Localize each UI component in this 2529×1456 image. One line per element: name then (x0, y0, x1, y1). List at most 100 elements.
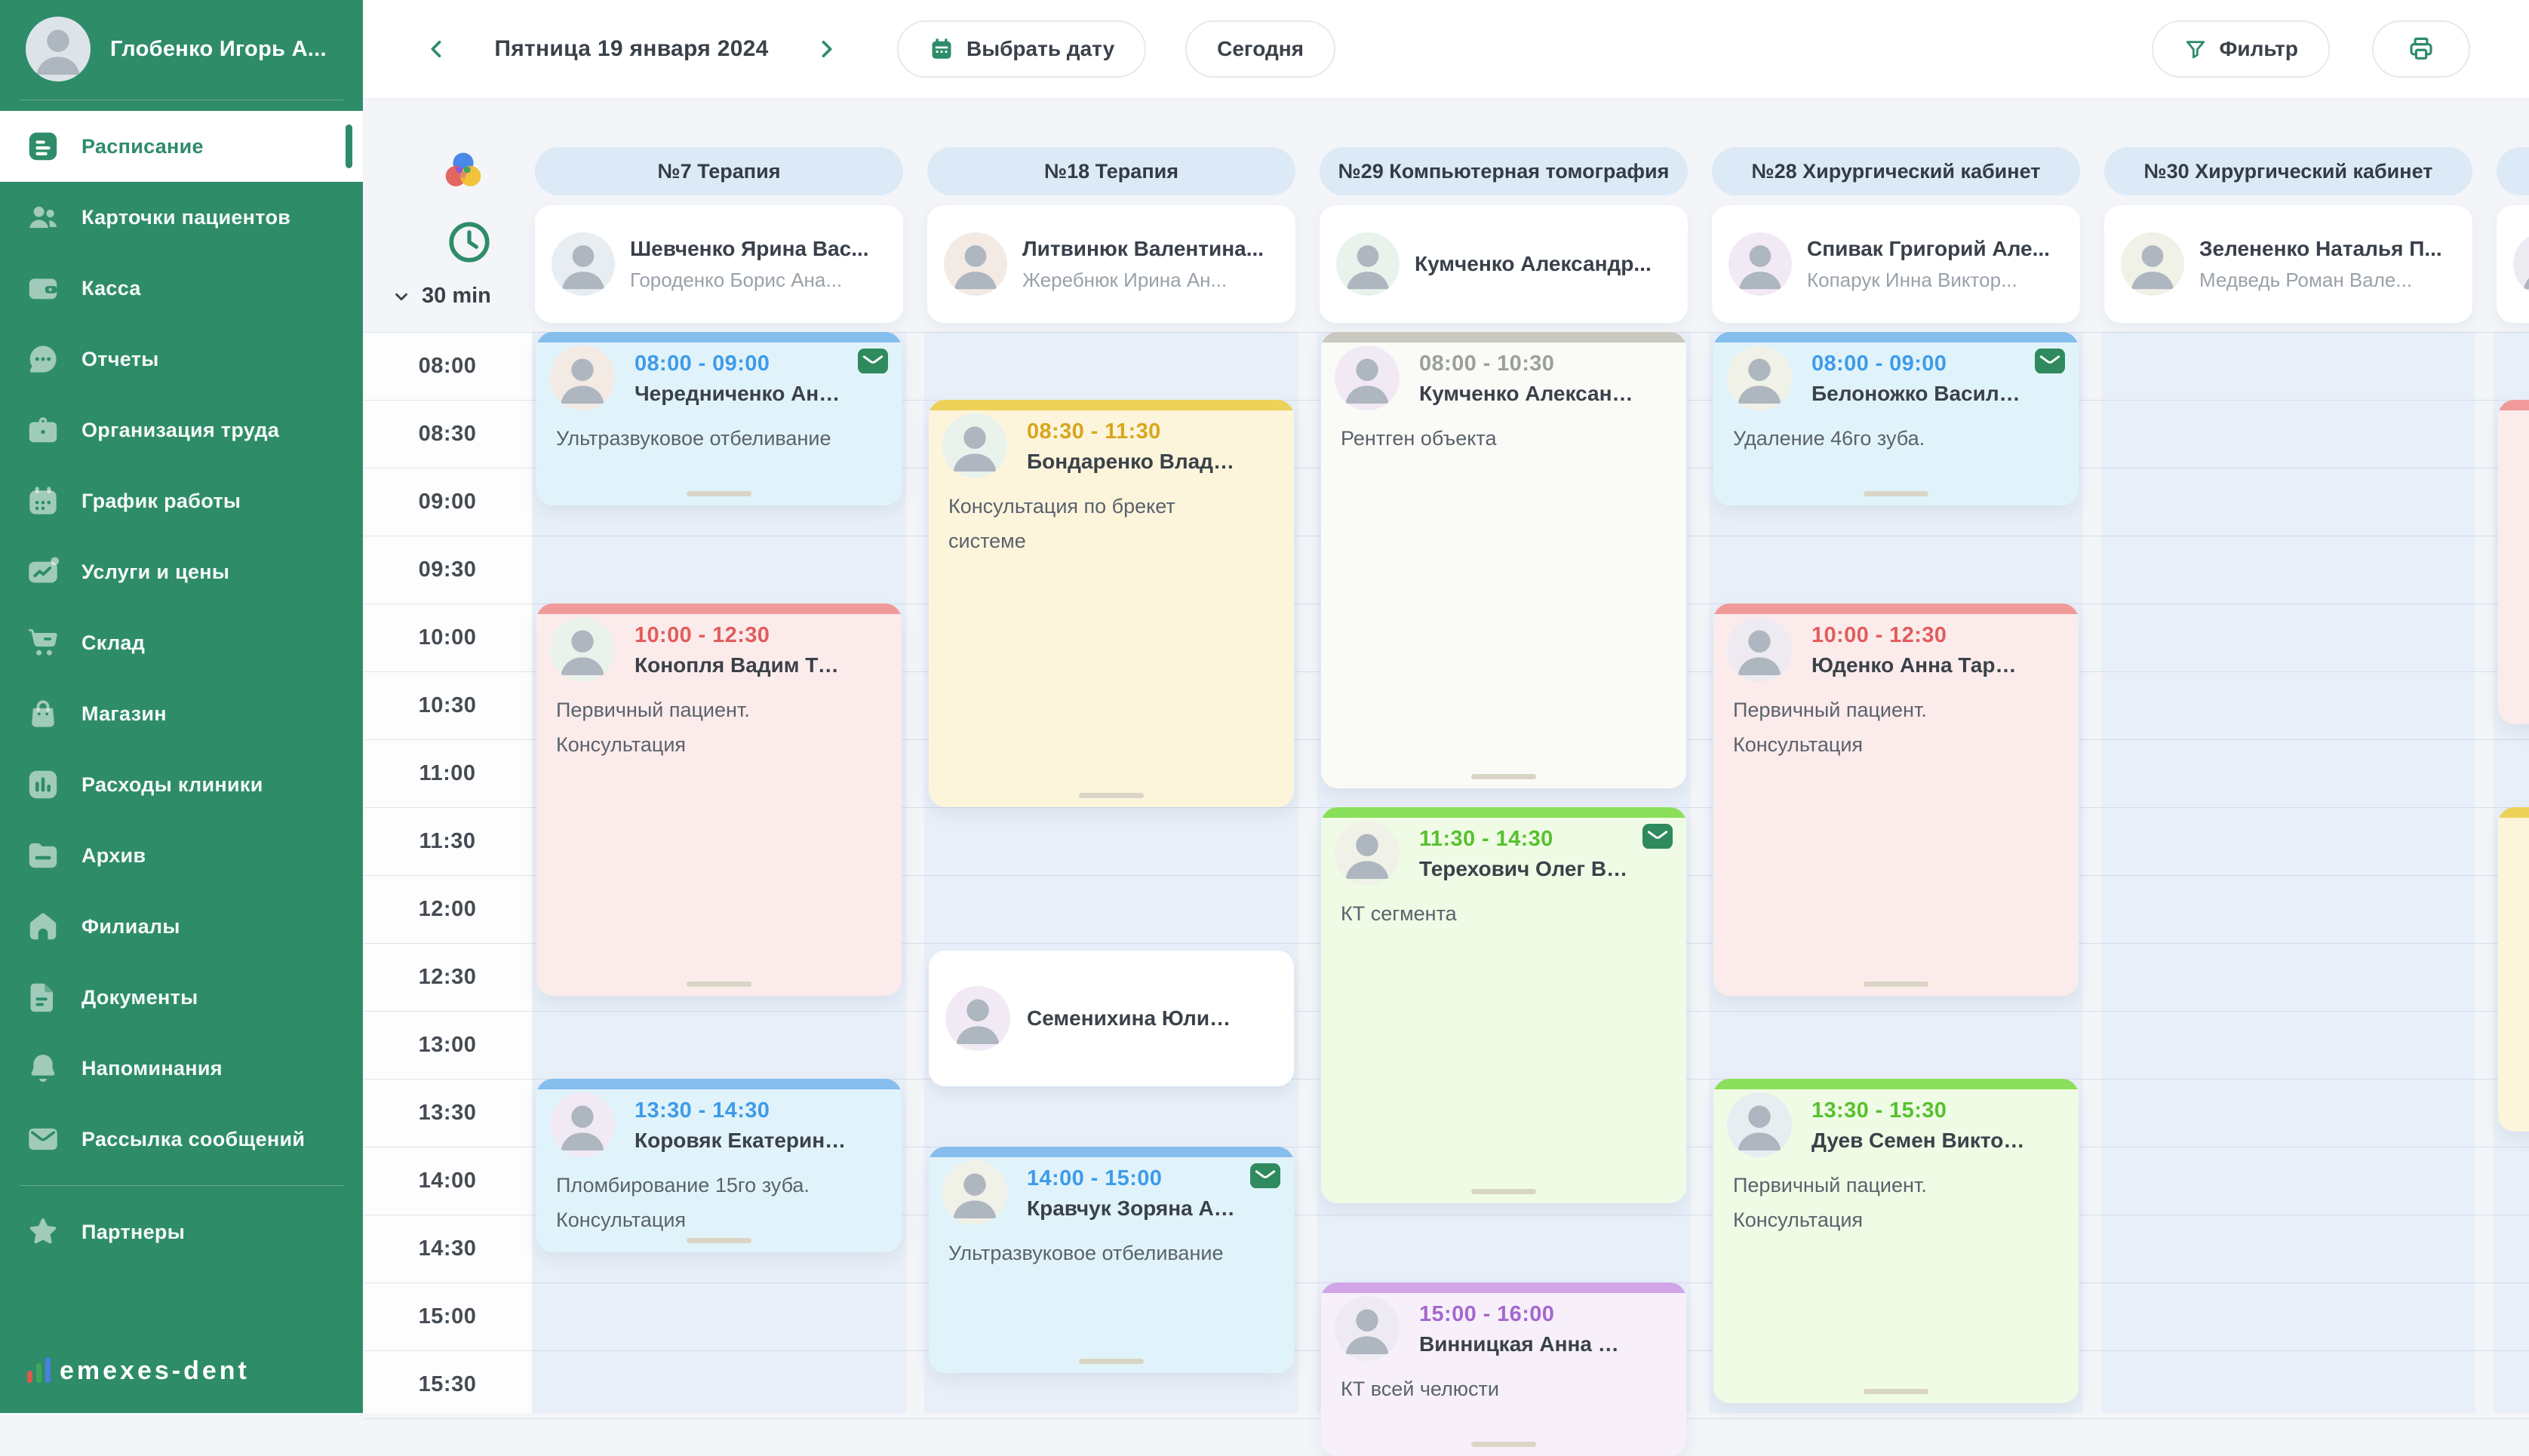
doctor-avatar (1336, 232, 1400, 296)
sidebar-item-cart[interactable]: Склад (0, 607, 363, 678)
sidebar-item-patients[interactable]: Карточки пациентов (0, 182, 363, 253)
room-header-pill[interactable]: №29 Компьютерная томография (1320, 147, 1688, 195)
sidebar-item-home[interactable]: Филиалы (0, 891, 363, 962)
drag-handle[interactable] (1864, 1389, 1928, 1394)
appointment-card[interactable]: 13:30 - 15:30Дуев Семен ВикторовичПервич… (1713, 1079, 2079, 1403)
drag-handle[interactable] (1864, 981, 1928, 987)
drag-handle[interactable] (1079, 793, 1144, 798)
time-label: 08:00 (363, 332, 532, 400)
appointment-card[interactable] (2498, 807, 2529, 1132)
time-label: 09:00 (363, 468, 532, 536)
sidebar-item-label: Отчеты (81, 348, 159, 371)
drag-handle[interactable] (687, 491, 751, 496)
patient-avatar (1727, 346, 1792, 410)
patient-avatar (1335, 1296, 1400, 1361)
sidebar-item-cashbox[interactable]: Касса (0, 253, 363, 324)
filter-button[interactable]: Фильтр (2152, 20, 2330, 78)
doctor-card[interactable]: Литвинюк Валентина...Жеребнюк Ирина Ан..… (927, 205, 1295, 323)
sidebar-item-envelope[interactable]: Рассылка сообщений (0, 1104, 363, 1175)
appointment-card[interactable]: 08:00 - 10:30Кумченко Александр В...Рент… (1321, 332, 1686, 788)
appointment-note-line: Консультация по брекет (948, 489, 1276, 524)
time-label: 11:30 (363, 807, 532, 875)
appointment-card[interactable]: 08:30 - 11:30Бондаренко Владимир...Консу… (929, 400, 1294, 807)
appointment-color-bar (536, 332, 902, 342)
sidebar-item-services[interactable]: Услуги и цены (0, 536, 363, 607)
room-header-pill[interactable]: №18 Терапия (927, 147, 1295, 195)
patient-name: Белоножко Василий Ива... (1811, 382, 2026, 406)
doctor-card[interactable]: Кумченко Александр... (1320, 205, 1688, 323)
pick-date-button[interactable]: Выбрать дату (897, 20, 1146, 78)
sidebar-section-divider (20, 1185, 343, 1186)
appointment-color-bar (1321, 332, 1686, 342)
room-header-pill[interactable]: №30 Хирургический кабинет (2104, 147, 2472, 195)
drag-handle[interactable] (687, 1238, 751, 1243)
drag-handle[interactable] (1471, 1189, 1536, 1194)
doctor-card[interactable] (2497, 205, 2529, 323)
drag-handle[interactable] (687, 981, 751, 987)
appointment-note-line: Консультация (556, 727, 883, 762)
appointment-note-line: Удаление 46го зуба. (1733, 421, 2060, 456)
calendar-icon (26, 484, 60, 518)
drag-handle[interactable] (1864, 491, 1928, 496)
room-header-pill[interactable] (2497, 147, 2529, 195)
brand-logo-bars-icon (27, 1357, 51, 1386)
print-button[interactable] (2372, 20, 2470, 78)
appointment-note-line: КТ сегмента (1341, 896, 1668, 931)
sidebar-item-schedule[interactable]: Расписание (0, 111, 363, 182)
patient-avatar (550, 346, 615, 410)
doctor-name: Спивак Григорий Але... (1807, 237, 2050, 261)
time-label: 13:00 (363, 1011, 532, 1079)
sidebar-item-calendar[interactable]: График работы (0, 465, 363, 536)
sidebar-item-star[interactable]: Партнеры (0, 1196, 363, 1267)
appointment-card[interactable]: 14:00 - 15:00Кравчук Зоряна Алексан...Ул… (929, 1147, 1294, 1373)
patient-avatar (942, 413, 1007, 478)
patient-avatar (1727, 1092, 1792, 1157)
doctor-card[interactable]: Шевченко Ярина Вас...Городенко Борис Ана… (535, 205, 903, 323)
appointment-card[interactable] (2498, 400, 2529, 724)
patient-name: Семенихина Юлия А... (1027, 1006, 1241, 1031)
appointment-card[interactable]: 15:00 - 16:00Винницкая Анна Иванов...КТ … (1321, 1282, 1686, 1456)
appointment-color-bar (929, 400, 1294, 410)
color-legend-icon[interactable] (440, 148, 487, 195)
sidebar-item-document[interactable]: Документы (0, 962, 363, 1033)
appointment-card[interactable]: 10:00 - 12:30Конопля Вадим Тарасов...Пер… (536, 604, 902, 996)
sidebar-item-bag[interactable]: Магазин (0, 678, 363, 749)
printer-icon (2407, 35, 2435, 63)
sidebar-item-bell[interactable]: Напоминания (0, 1033, 363, 1104)
appointment-color-bar (2498, 400, 2529, 410)
patient-avatar (1335, 346, 1400, 410)
services-icon (26, 554, 60, 589)
time-scale-clock-icon[interactable] (447, 220, 492, 265)
sidebar-item-reports[interactable]: Отчеты (0, 324, 363, 395)
today-button[interactable]: Сегодня (1185, 20, 1335, 78)
sidebar-item-expenses[interactable]: Расходы клиники (0, 749, 363, 820)
doctor-avatar (2513, 232, 2529, 296)
appointment-card[interactable]: 11:30 - 14:30Терехович Олег Викторо...КТ… (1321, 807, 1686, 1203)
user-profile[interactable]: Глобенко Игорь А... (0, 0, 363, 95)
next-day-button[interactable] (805, 28, 847, 70)
drag-handle[interactable] (1471, 774, 1536, 779)
patient-avatar (945, 986, 1010, 1051)
doctor-card[interactable]: Зелененко Наталья П...Медведь Роман Вале… (2104, 205, 2472, 323)
appointment-card[interactable]: 08:00 - 09:00Белоножко Василий Ива...Уда… (1713, 332, 2079, 505)
patients-icon (26, 200, 60, 235)
drag-handle[interactable] (1079, 1359, 1144, 1364)
appointment-note: Консультация по брекетсистеме (948, 489, 1276, 558)
appointment-card[interactable]: 08:00 - 09:00Чередниченко Антонина...Уль… (536, 332, 902, 505)
sidebar-item-folder[interactable]: Архив (0, 820, 363, 891)
drag-handle[interactable] (1471, 1442, 1536, 1447)
room-header-pill[interactable]: №7 Терапия (535, 147, 903, 195)
appointment-time: 08:00 - 10:30 (1419, 352, 1554, 376)
appointment-note-line: системе (948, 524, 1276, 558)
appointment-card[interactable]: 13:30 - 14:30Коровяк Екатерина Дми...Пло… (536, 1079, 902, 1252)
room-header-pill[interactable]: №28 Хирургический кабинет (1712, 147, 2080, 195)
interval-selector[interactable]: 30 min (392, 284, 491, 309)
sidebar-item-briefcase[interactable]: Организация труда (0, 395, 363, 465)
chevron-down-icon (392, 287, 411, 306)
doctor-card[interactable]: Спивак Григорий Але...Копарук Инна Викто… (1712, 205, 2080, 323)
prev-day-button[interactable] (416, 28, 458, 70)
doctor-shift-card[interactable]: Семенихина Юлия А... (929, 951, 1294, 1086)
appointment-card[interactable]: 10:00 - 12:30Юденко Анна ТарасовнаПервич… (1713, 604, 2079, 996)
time-label: 14:30 (363, 1215, 532, 1282)
sidebar-item-label: Документы (81, 986, 198, 1009)
